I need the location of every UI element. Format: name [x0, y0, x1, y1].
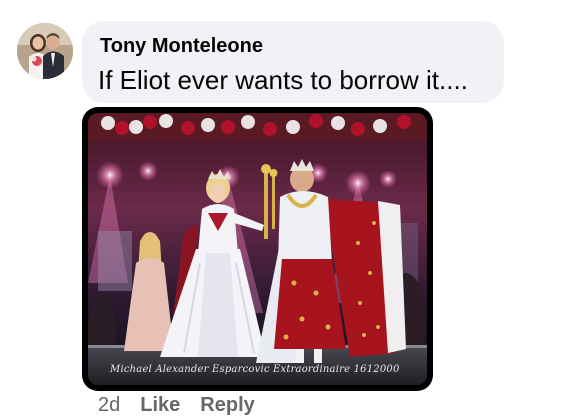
comment-photo-attachment[interactable]: Michael Alexander Esparcovic Extraordina… [82, 107, 433, 391]
reply-button[interactable]: Reply [200, 394, 254, 417]
photo-watermark: Michael Alexander Esparcovic Extraordina… [110, 364, 400, 375]
comment-bubble: Tony Monteleone If Eliot ever wants to b… [82, 21, 504, 103]
attached-photo: Michael Alexander Esparcovic Extraordina… [88, 113, 427, 385]
photo-scene [88, 113, 427, 385]
avatar-photo [17, 23, 73, 79]
comment-author[interactable]: Tony Monteleone [100, 35, 263, 58]
avatar[interactable] [17, 23, 73, 79]
comment-timestamp[interactable]: 2d [98, 394, 120, 417]
comment-thread: Tony Monteleone If Eliot ever wants to b… [0, 0, 584, 418]
comment-actions: 2d Like Reply [98, 394, 275, 417]
comment-text: If Eliot ever wants to borrow it.... [98, 65, 468, 95]
like-button[interactable]: Like [140, 394, 180, 417]
